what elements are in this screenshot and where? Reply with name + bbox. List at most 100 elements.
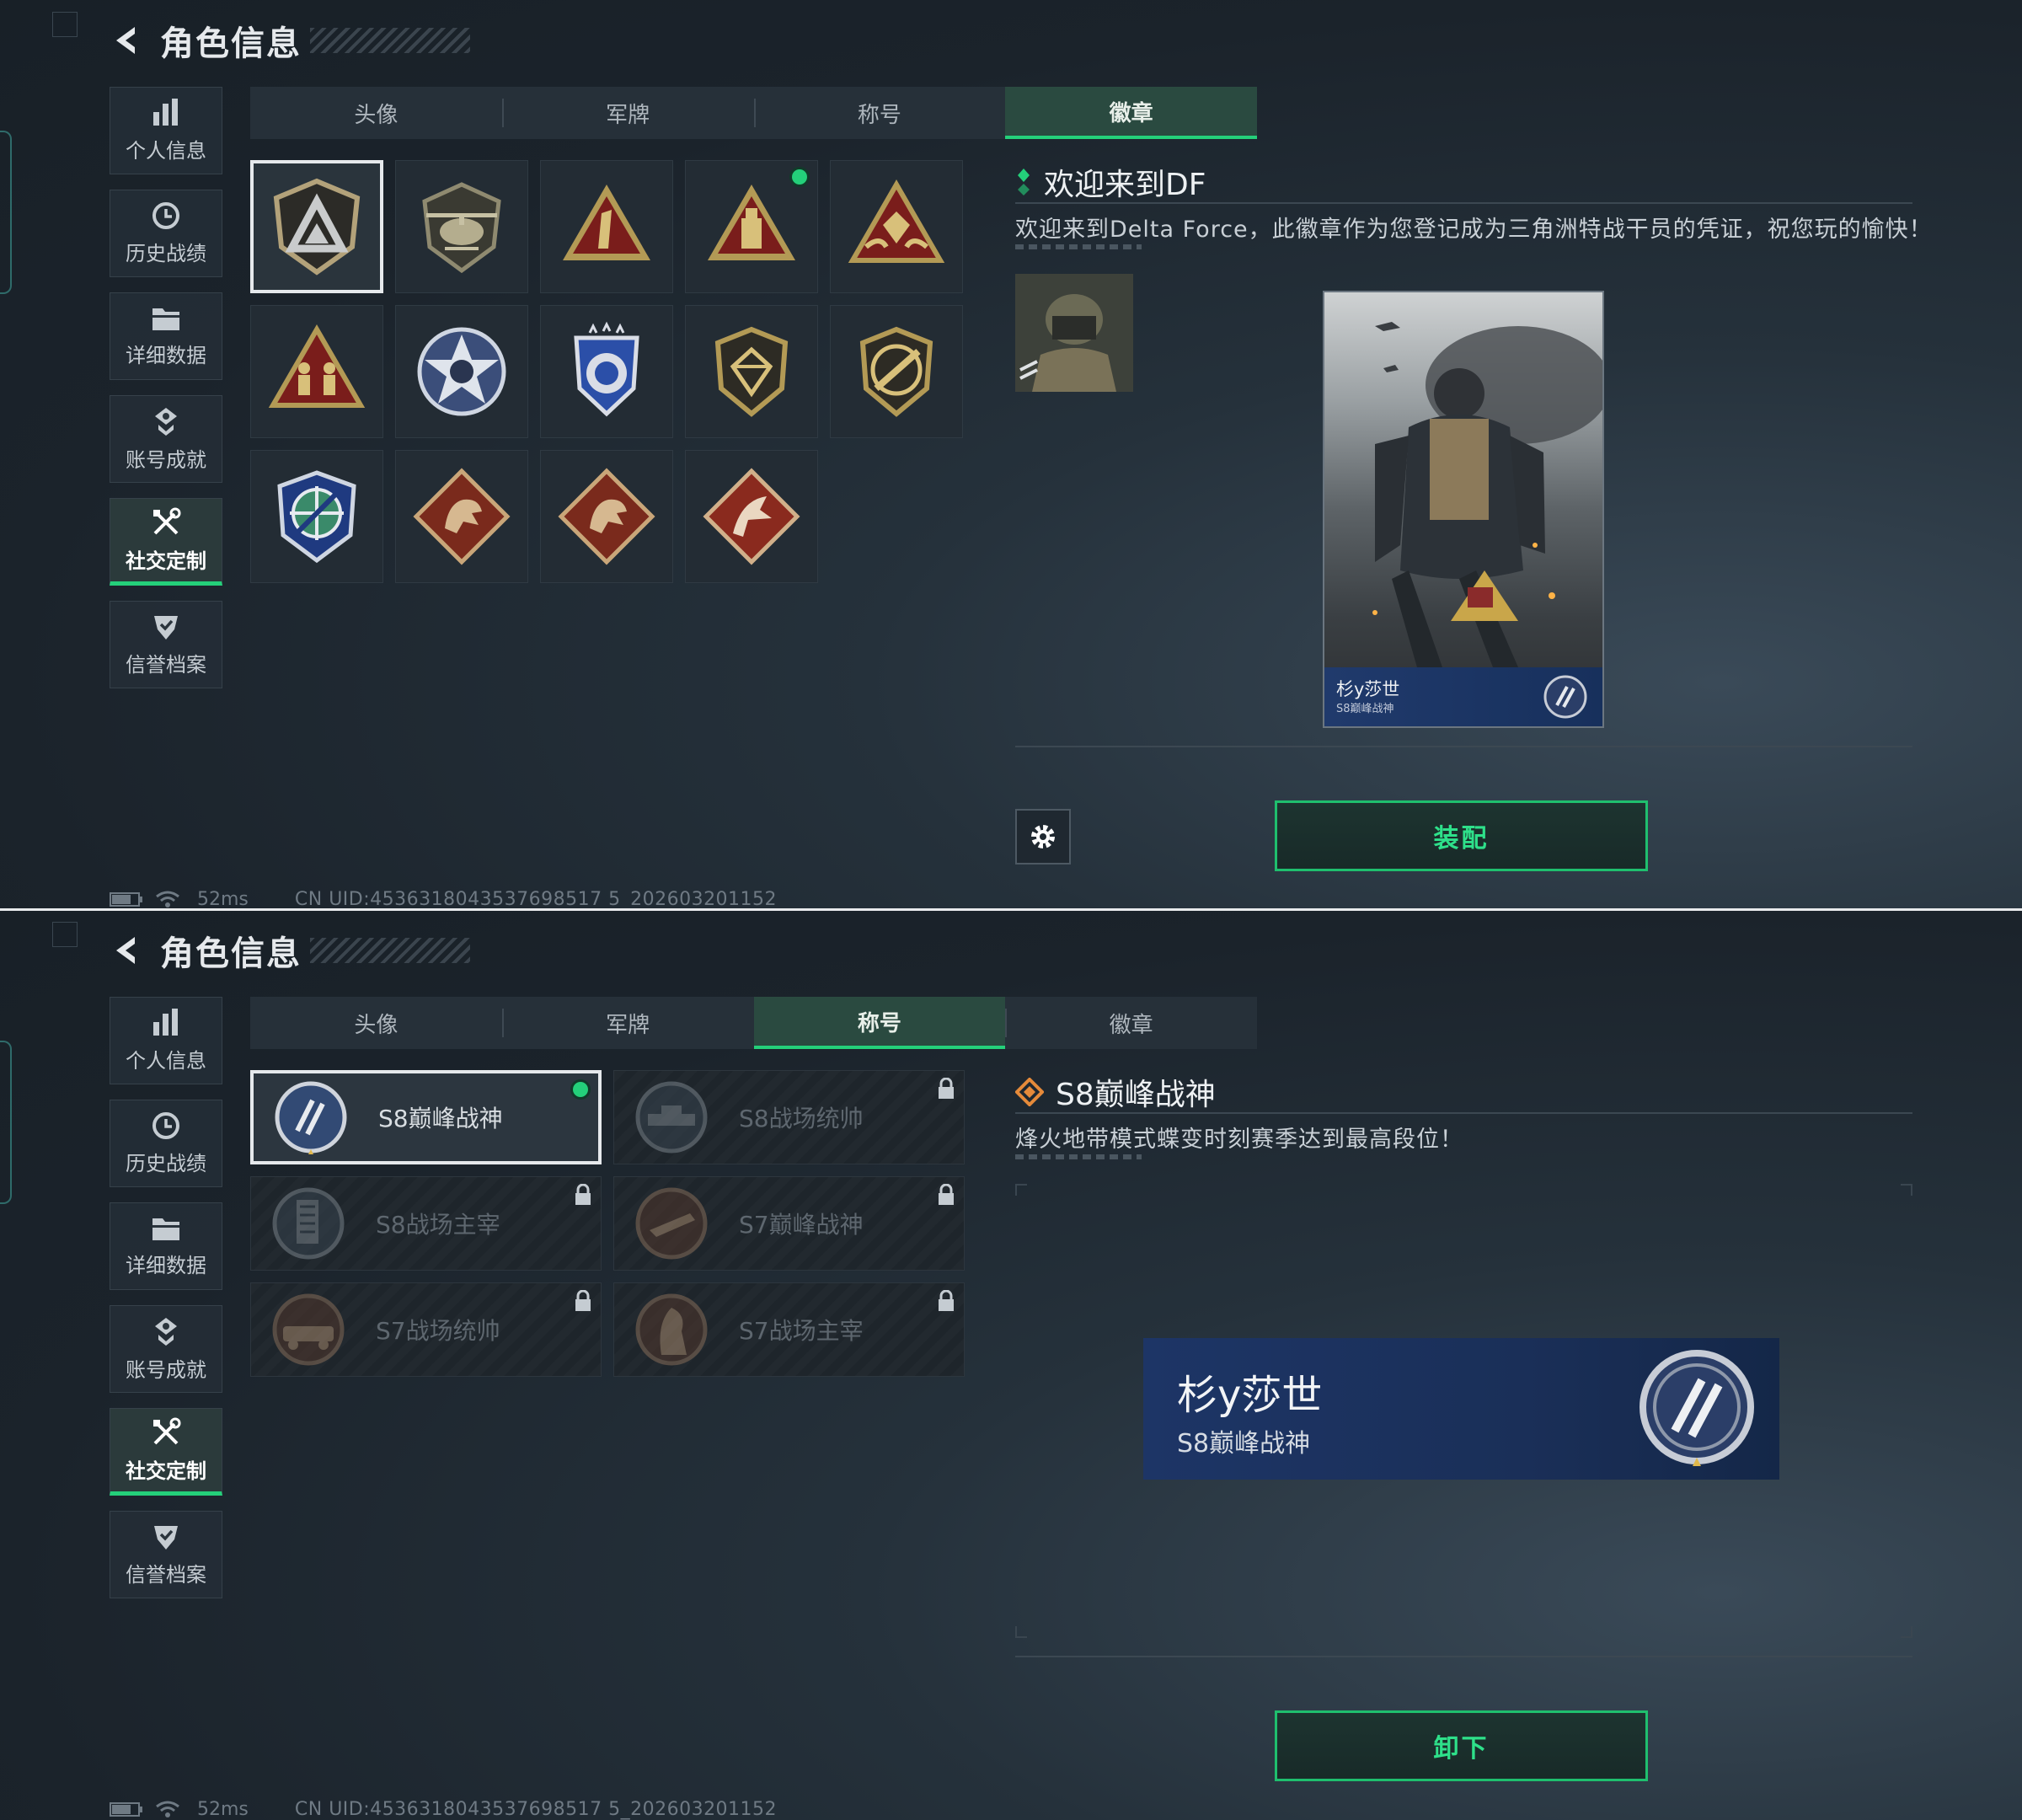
badge-item[interactable] [250, 305, 383, 438]
sidebar-item-achievements[interactable]: 账号成就 [110, 1305, 222, 1393]
badge-item[interactable] [685, 450, 818, 583]
title-item[interactable]: S7战场统帅 [250, 1282, 602, 1377]
detail-header: S8巅峰战神 [1015, 1070, 1216, 1114]
nameplate-player-name: 杉y莎世 [1177, 1372, 1323, 1419]
sidebar-item-label: 个人信息 [126, 1048, 206, 1073]
title-grid: S8巅峰战神 S8战场统帅 S8战场主宰 S7巅峰战神 S7战场统帅 S7战场主… [250, 1070, 966, 1377]
nameplate-player-title: S8巅峰战神 [1177, 1429, 1311, 1459]
badge-item[interactable] [685, 160, 818, 293]
sidebar-item-social-custom[interactable]: 社交定制 [110, 498, 222, 586]
s8-peak-emblem-icon [269, 1075, 353, 1159]
tab-badge[interactable]: 徽章 [1005, 87, 1257, 139]
sidebar-item-history[interactable]: 历史战绩 [110, 190, 222, 277]
left-edge-handle[interactable] [0, 131, 12, 294]
title-item[interactable]: S8巅峰战神 [250, 1070, 602, 1164]
tab-title[interactable]: 称号 [753, 87, 1006, 139]
badge-item[interactable] [685, 305, 818, 438]
sidebar-item-label: 历史战绩 [126, 1151, 206, 1175]
screen-badges: 角色信息 个人信息 历史战绩 详细数据 账号成就 社交定制 信誉档案 头像 军牌… [0, 0, 2022, 910]
tab-title[interactable]: 称号 [753, 997, 1006, 1049]
orange-diamond-marker-icon [1015, 1078, 1044, 1106]
status-bar: 52ms CN UID:4536318043537698517 5_202603… [110, 886, 777, 910]
tab-badge[interactable]: 徽章 [1005, 997, 1257, 1049]
title-item-label: S7战场主宰 [739, 1317, 864, 1345]
preview-frame-corner [1901, 1626, 1912, 1638]
tab-dogtag[interactable]: 军牌 [501, 997, 754, 1049]
badge-item[interactable] [250, 160, 383, 293]
title-nameplate-preview: 杉y莎世 S8巅峰战神 [1143, 1338, 1779, 1480]
operator-thumbnail[interactable] [1015, 274, 1133, 392]
sidebar-item-label: 个人信息 [126, 138, 206, 163]
soldier-illustration [1372, 322, 1602, 667]
sidebar-item-details[interactable]: 详细数据 [110, 292, 222, 380]
left-edge-handle[interactable] [0, 1041, 12, 1204]
bar-chart-icon [153, 98, 178, 126]
badge-item[interactable] [395, 305, 528, 438]
sidebar-item-label: 社交定制 [126, 549, 206, 573]
battery-icon [110, 1802, 142, 1817]
back-arrow-icon[interactable] [110, 934, 143, 967]
lock-icon [939, 1290, 954, 1311]
detail-title: S8巅峰战神 [1056, 1078, 1216, 1112]
tab-avatar[interactable]: 头像 [250, 997, 502, 1049]
sidebar-item-reputation[interactable]: 信誉档案 [110, 1511, 222, 1598]
operator-portrait-icon [1015, 274, 1133, 392]
equipped-indicator [792, 169, 807, 185]
tab-avatar[interactable]: 头像 [250, 87, 502, 139]
unequip-button[interactable]: 卸下 [1275, 1710, 1648, 1781]
sidebar-item-reputation[interactable]: 信誉档案 [110, 601, 222, 688]
detail-divider [1015, 1112, 1912, 1114]
card-nameplate: 杉y莎世 S8巅峰战神 [1324, 667, 1602, 726]
title-item[interactable]: S8战场统帅 [613, 1070, 965, 1164]
sidebar-item-label: 账号成就 [126, 1357, 206, 1382]
badge-item[interactable] [395, 450, 528, 583]
title-decoration [310, 28, 470, 53]
tab-dogtag[interactable]: 军牌 [501, 87, 754, 139]
lock-icon [575, 1290, 591, 1311]
sidebar-item-label: 详细数据 [126, 343, 206, 367]
title-item-label: S8战场统帅 [739, 1105, 864, 1132]
title-item[interactable]: S7战场主宰 [613, 1282, 965, 1377]
window-corner-square [52, 12, 78, 37]
sidebar-item-history[interactable]: 历史战绩 [110, 1100, 222, 1187]
battery-icon [110, 892, 142, 907]
sidebar-item-label: 账号成就 [126, 447, 206, 472]
sidebar: 个人信息 历史战绩 详细数据 账号成就 社交定制 信誉档案 [110, 87, 224, 704]
s8-dominator-emblem-icon [266, 1181, 350, 1266]
crosshair-shield-badge-icon [277, 470, 356, 564]
badge-item[interactable] [395, 160, 528, 293]
settings-button[interactable] [1015, 809, 1071, 864]
title-item[interactable]: S7巅峰战神 [613, 1176, 965, 1271]
sidebar-item-achievements[interactable]: 账号成就 [110, 395, 222, 483]
sidebar-item-label: 详细数据 [126, 1253, 206, 1277]
folder-icon [152, 308, 179, 330]
badge-item[interactable] [830, 305, 963, 438]
detail-description: 欢迎来到Delta Force，此徽章作为您登记成为三角洲特战干员的凭证，祝您玩… [1015, 217, 1933, 243]
sidebar-item-label: 信誉档案 [126, 1562, 206, 1587]
title-item-label: S7巅峰战神 [739, 1211, 864, 1239]
badge-item[interactable] [540, 450, 673, 583]
badge-item[interactable] [830, 160, 963, 293]
badge-item[interactable] [250, 450, 383, 583]
badge-item[interactable] [540, 160, 673, 293]
sidebar-item-personal-info[interactable]: 个人信息 [110, 997, 222, 1084]
sidebar-item-personal-info[interactable]: 个人信息 [110, 87, 222, 174]
card-player-title: S8巅峰战神 [1336, 703, 1394, 715]
bar-chart-icon [153, 1008, 178, 1036]
sidebar-item-social-custom[interactable]: 社交定制 [110, 1408, 222, 1496]
uid-text: CN UID:4536318043537698517 5_20260320115… [294, 1798, 778, 1820]
page-header: 角色信息 [110, 925, 470, 976]
badge-item[interactable] [540, 305, 673, 438]
title-item[interactable]: S8战场主宰 [250, 1176, 602, 1271]
achievement-icon [155, 407, 177, 436]
sidebar-item-details[interactable]: 详细数据 [110, 1202, 222, 1290]
clock-icon [152, 201, 179, 229]
title-decoration [310, 938, 470, 963]
blue-police-badge-icon [574, 321, 639, 417]
sidebar-item-label: 社交定制 [126, 1459, 206, 1483]
gem-shield-badge-icon [714, 326, 789, 417]
back-arrow-icon[interactable] [110, 24, 143, 57]
equip-button[interactable]: 装配 [1275, 800, 1648, 871]
rank-emblem-icon [1543, 675, 1587, 719]
preview-frame-corner [1015, 1184, 1027, 1196]
